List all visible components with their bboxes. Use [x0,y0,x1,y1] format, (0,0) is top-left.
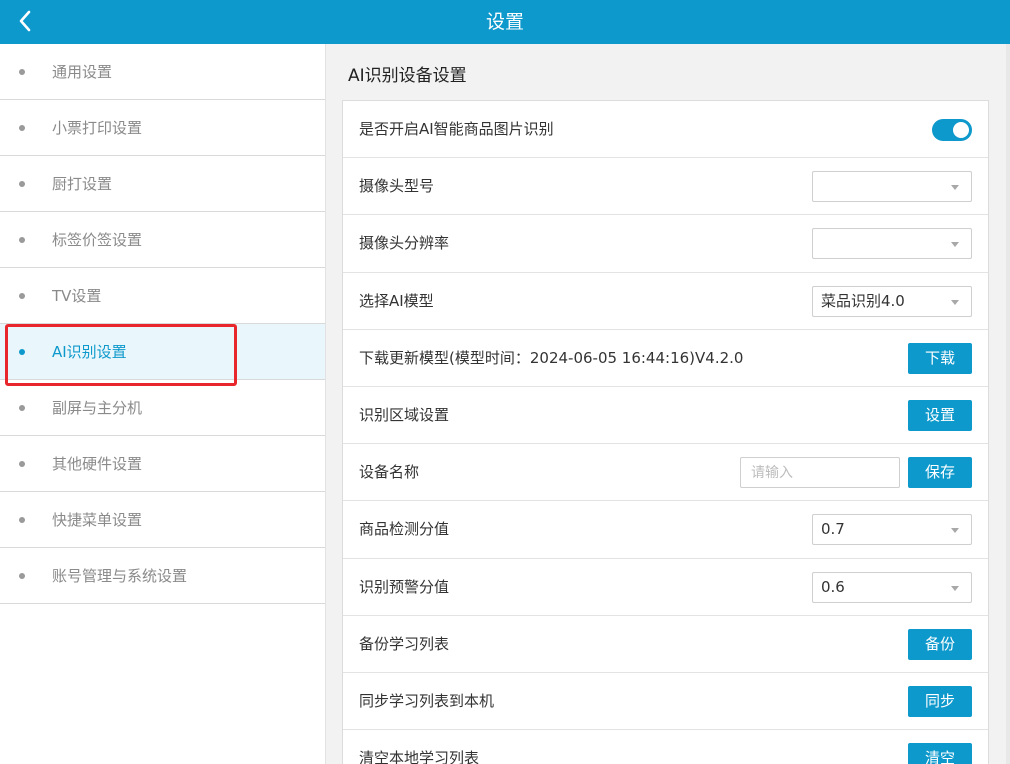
caret-down-icon [951,299,959,305]
caret-down-icon [951,185,959,191]
row-label: 识别预警分值 [359,577,450,596]
row-label: 设备名称 [359,463,420,482]
sidebar-item-label: 其他硬件设置 [52,455,143,473]
row-label: 同步学习列表到本机 [359,691,495,710]
camera-model-select[interactable] [812,171,972,203]
row-label: 备份学习列表 [359,634,450,653]
app-header: 设置 [0,0,1010,44]
sidebar-item-label-price[interactable]: 标签价签设置 [0,212,325,268]
device-name-input[interactable] [740,457,900,489]
row-camera-model: 摄像头型号 [343,158,988,216]
row-clear-list: 清空本地学习列表 清空 [343,730,988,764]
sidebar-item-label: AI识别设置 [52,343,127,361]
camera-resolution-select[interactable] [812,228,972,260]
sidebar-item-label: 通用设置 [52,63,113,81]
row-label: 是否开启AI智能商品图片识别 [359,120,554,138]
row-label: 商品检测分值 [359,520,450,539]
clear-button[interactable]: 清空 [908,743,972,764]
sidebar-item-label: 标签价签设置 [52,231,143,249]
main-content: AI识别设备设置 是否开启AI智能商品图片识别 摄像头型号 摄像头分辨率 选择A… [326,44,1006,764]
sidebar-item-general[interactable]: 通用设置 [0,44,325,100]
caret-down-icon [951,242,959,248]
sidebar-item-label: 快捷菜单设置 [52,511,143,529]
page-title: 设置 [485,11,524,33]
sidebar-item-account-system[interactable]: 账号管理与系统设置 [0,548,325,604]
toggle-knob [953,122,969,138]
save-button[interactable]: 保存 [908,457,972,489]
bullet-icon [19,69,25,75]
backup-button[interactable]: 备份 [908,628,972,660]
bullet-icon [19,349,25,355]
row-label: 选择AI模型 [359,291,434,310]
download-button[interactable]: 下载 [908,342,972,374]
settings-sidebar: 通用设置 小票打印设置 厨打设置 标签价签设置 TV设置 AI识别设置 副屏与主… [0,44,326,764]
row-detection-threshold: 商品检测分值 0.7 [343,501,988,559]
caret-down-icon [951,585,959,591]
row-recognition-area: 识别区域设置 设置 [343,387,988,445]
sidebar-item-ai-recognition[interactable]: AI识别设置 [0,324,325,380]
row-download-model: 下载更新模型(模型时间：2024-06-05 16:44:16)V4.2.0 下… [343,330,988,387]
row-label: 摄像头型号 [359,177,435,196]
bullet-icon [19,573,25,579]
sidebar-item-secondary-screen[interactable]: 副屏与主分机 [0,380,325,436]
bullet-icon [19,293,25,299]
sidebar-item-label: 账号管理与系统设置 [52,567,188,585]
sidebar-item-tv[interactable]: TV设置 [0,268,325,324]
row-label: 摄像头分辨率 [359,234,450,253]
sidebar-item-label: TV设置 [52,287,102,305]
row-sync-list: 同步学习列表到本机 同步 [343,673,988,731]
select-value: 0.6 [821,577,845,596]
sidebar-item-kitchen-print[interactable]: 厨打设置 [0,156,325,212]
caret-down-icon [951,528,959,534]
warning-threshold-select[interactable]: 0.6 [812,571,972,603]
settings-panel: 是否开启AI智能商品图片识别 摄像头型号 摄像头分辨率 选择AI模型 菜品识别4… [342,100,989,764]
detection-threshold-select[interactable]: 0.7 [812,514,972,546]
scrollbar-track[interactable] [1006,44,1010,764]
bullet-icon [19,461,25,467]
bullet-icon [19,517,25,523]
row-backup-list: 备份学习列表 备份 [343,616,988,673]
sidebar-item-shortcut-menu[interactable]: 快捷菜单设置 [0,492,325,548]
sidebar-item-label: 厨打设置 [52,175,113,193]
sidebar-item-receipt-print[interactable]: 小票打印设置 [0,100,325,156]
bullet-icon [19,405,25,411]
area-settings-button[interactable]: 设置 [908,399,972,431]
enable-ai-toggle[interactable] [932,119,972,141]
sidebar-item-label: 小票打印设置 [52,119,143,137]
sidebar-item-other-hardware[interactable]: 其他硬件设置 [0,436,325,492]
section-title: AI识别设备设置 [348,66,467,86]
row-device-name: 设备名称 保存 [343,444,988,502]
row-enable-ai: 是否开启AI智能商品图片识别 [343,101,988,159]
sync-button[interactable]: 同步 [908,685,972,717]
row-warning-threshold: 识别预警分值 0.6 [343,559,988,616]
sidebar-item-label: 副屏与主分机 [52,399,143,417]
bullet-icon [19,181,25,187]
ai-model-select[interactable]: 菜品识别4.0 [812,285,972,317]
bullet-icon [19,125,25,131]
row-label: 下载更新模型(模型时间：2024-06-05 16:44:16)V4.2.0 [359,348,744,367]
select-value: 菜品识别4.0 [821,291,905,310]
row-ai-model: 选择AI模型 菜品识别4.0 [343,273,988,330]
row-camera-resolution: 摄像头分辨率 [343,215,988,273]
row-label: 清空本地学习列表 [359,749,480,764]
select-value: 0.7 [821,520,845,539]
row-label: 识别区域设置 [359,405,450,424]
bullet-icon [19,237,25,243]
